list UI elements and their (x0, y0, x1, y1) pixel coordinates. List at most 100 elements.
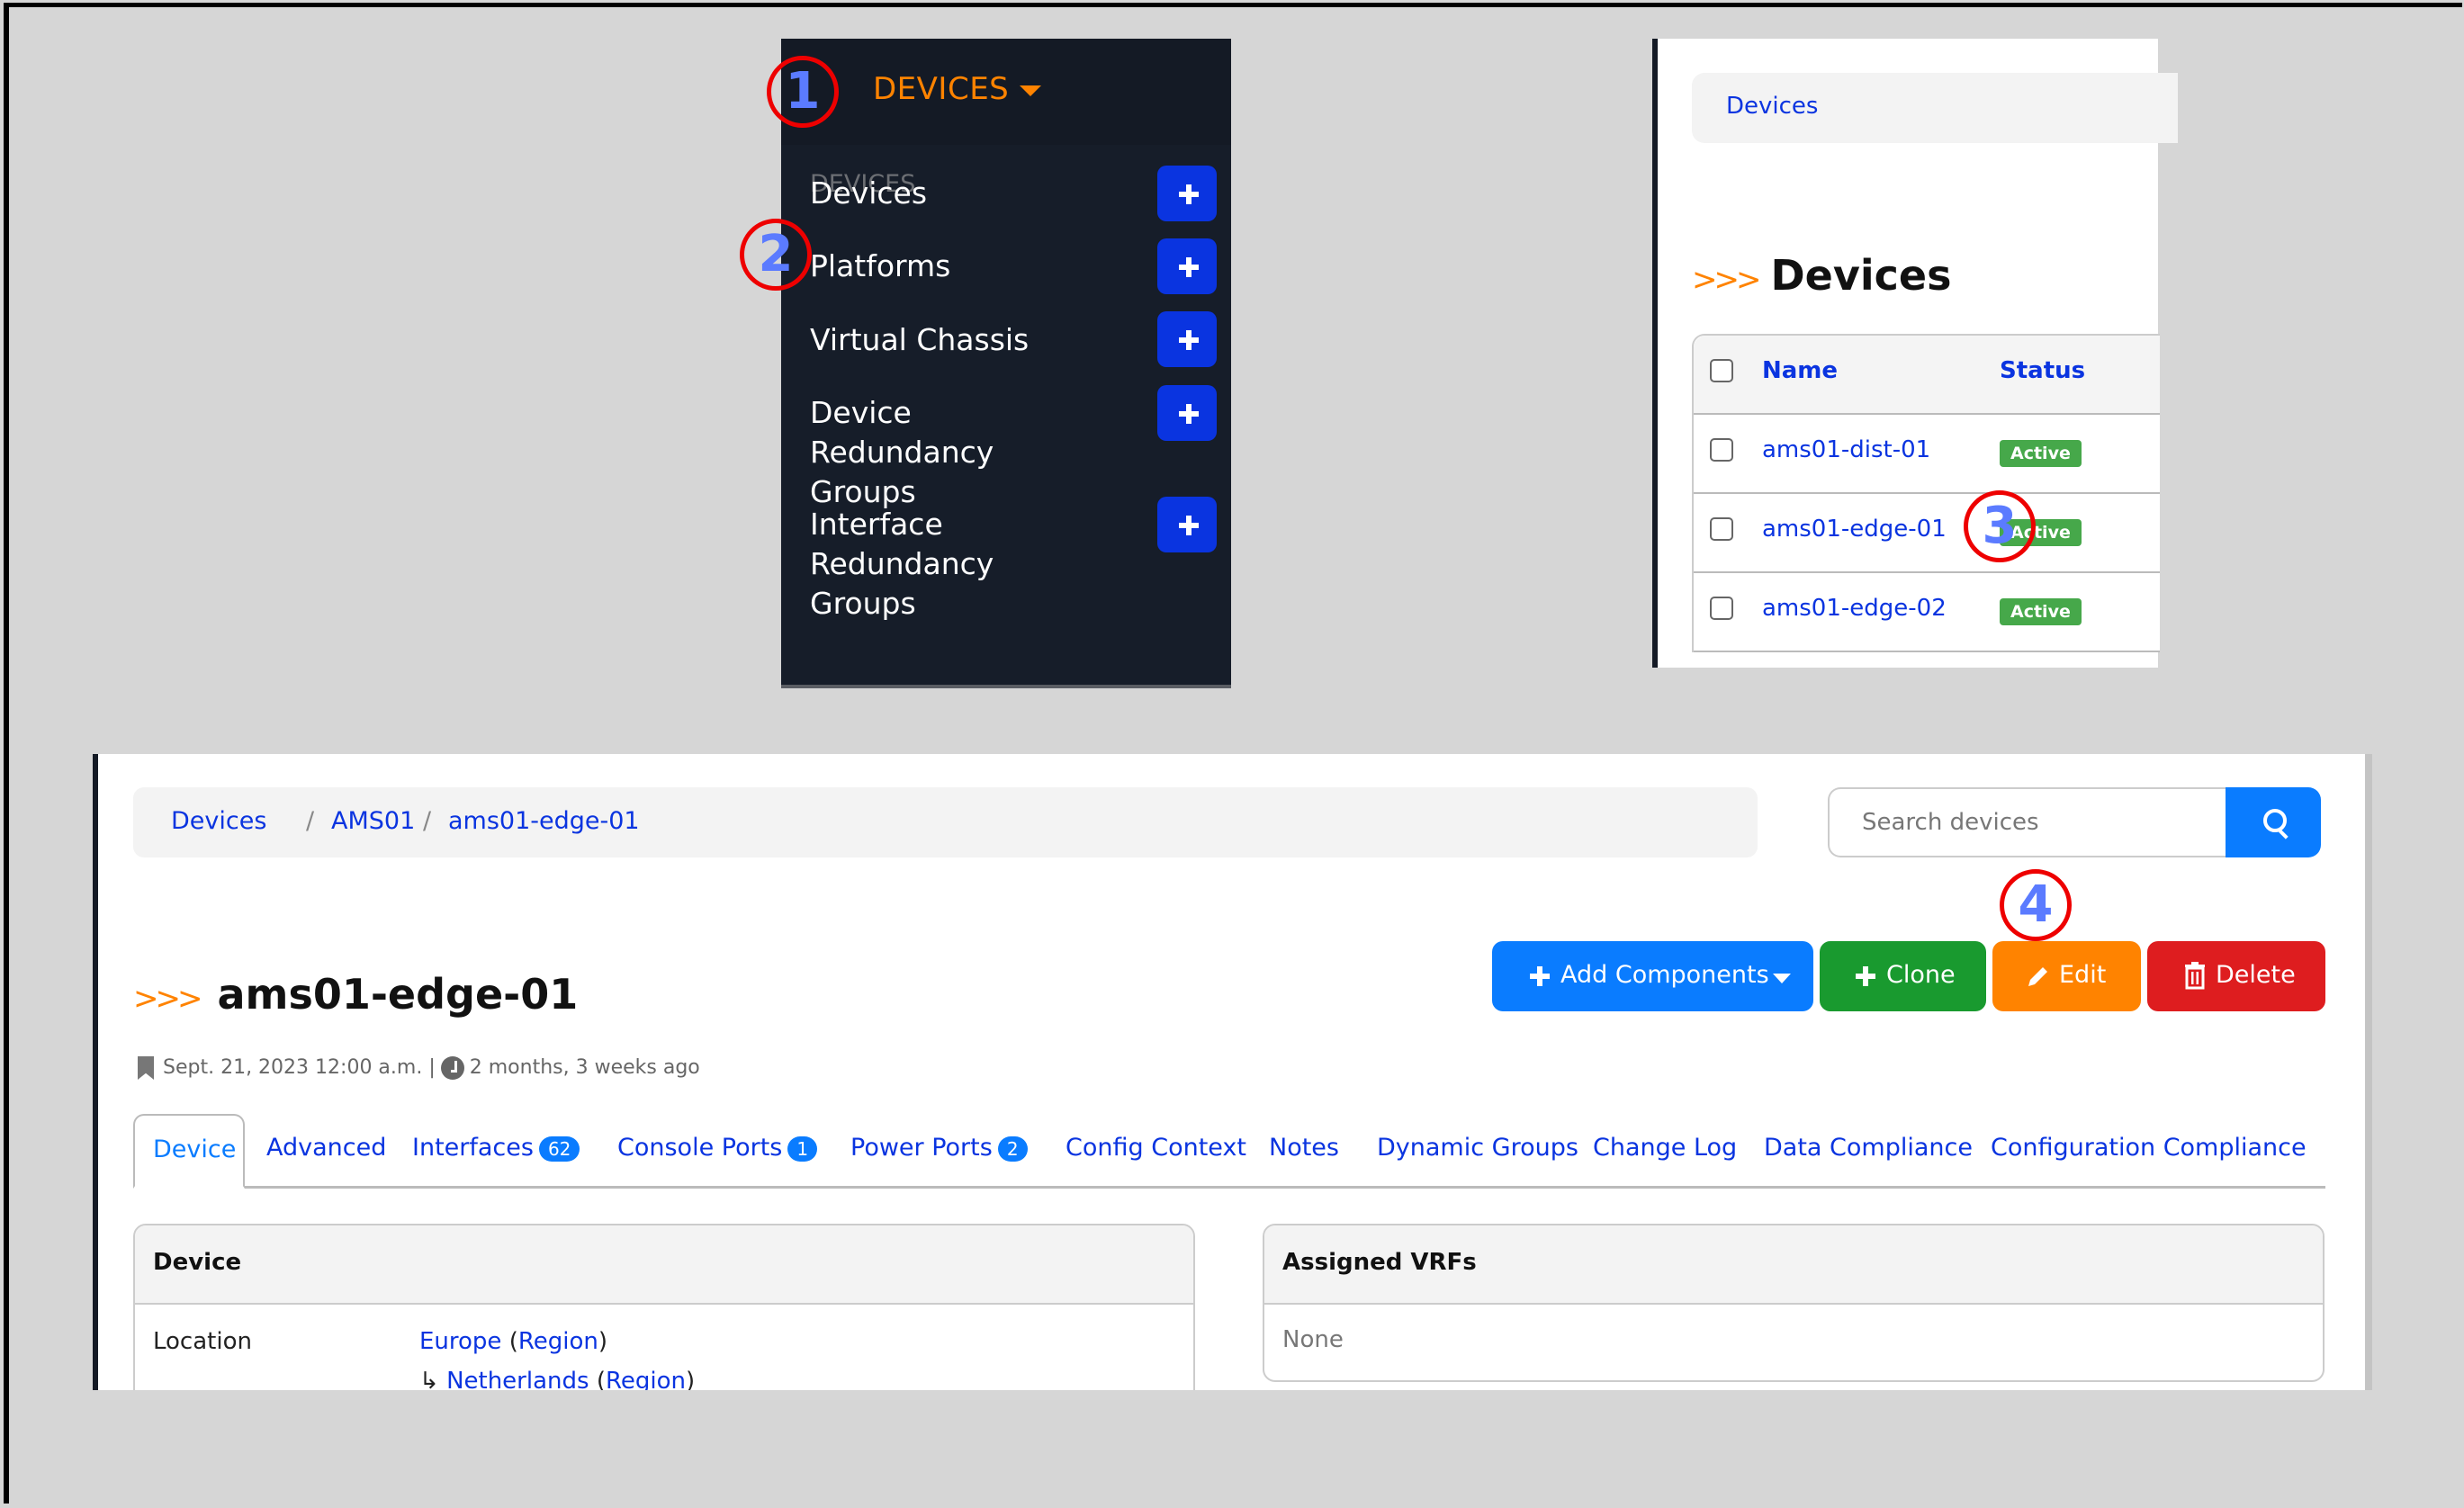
card-title: Device (153, 1249, 242, 1276)
nav-item-virtual-chassis[interactable]: Virtual Chassis (810, 320, 1152, 360)
tab-label: Notes (1269, 1134, 1339, 1162)
delete-button[interactable]: Delete (2147, 941, 2325, 1011)
device-name-link[interactable]: ams01-edge-01 (1762, 516, 1947, 543)
table-row: ams01-edge-01 Active (1694, 494, 2160, 573)
add-components-label: Add Components (1560, 961, 1769, 989)
count-badge: 1 (787, 1135, 818, 1162)
count-badge: 62 (538, 1135, 580, 1162)
step-marker-4: 4 (2000, 869, 2072, 941)
add-platform-button[interactable] (1157, 238, 1217, 294)
divider (781, 685, 1231, 688)
clone-label: Clone (1886, 961, 1956, 989)
tab-device[interactable]: Device (133, 1114, 245, 1189)
breadcrumb-devices[interactable]: Devices (1726, 93, 1818, 120)
tab-label: Advanced (266, 1134, 387, 1162)
search-icon (2263, 809, 2287, 832)
title-prefix-icon: >>> (133, 981, 202, 1017)
delete-label: Delete (2216, 961, 2296, 989)
page-title: >>> Devices (1692, 251, 1951, 300)
table-header: Name Status (1694, 336, 2160, 415)
tab-label: Console Ports (617, 1134, 783, 1162)
device-detail-panel: Devices / AMS01 / ams01-edge-01 Search d… (93, 754, 2372, 1390)
row-checkbox[interactable] (1710, 517, 1733, 541)
nav-menu-title: DEVICES (873, 71, 1010, 107)
last-updated: 2 months, 3 weeks ago (469, 1056, 700, 1079)
status-badge: Active (2000, 598, 2082, 625)
row-checkbox[interactable] (1710, 597, 1733, 620)
breadcrumb-separator: / (423, 807, 432, 835)
nav-menu-devices[interactable]: DEVICES (873, 71, 1042, 107)
paren-close: ) (598, 1328, 608, 1355)
tab-label: Config Context (1066, 1134, 1246, 1162)
column-header-status[interactable]: Status (2000, 357, 2085, 384)
trash-icon (2185, 962, 2205, 990)
breadcrumb-device[interactable]: ams01-edge-01 (448, 807, 640, 835)
bookmark-icon (138, 1056, 154, 1080)
pencil-icon (2028, 967, 2047, 986)
search-placeholder: Search devices (1862, 809, 2039, 836)
step-marker-3: 3 (1964, 490, 2036, 562)
tab-label: Data Compliance (1764, 1134, 1973, 1162)
vrfs-value: None (1282, 1326, 1344, 1353)
breadcrumb-devices[interactable]: Devices (171, 807, 266, 835)
page-title-text: Devices (1770, 251, 1952, 300)
table-row: ams01-edge-02 Active (1694, 573, 2160, 652)
nav-item-device-redundancy-groups[interactable]: Device Redundancy Groups (810, 393, 1098, 512)
nav-dropdown-panel: DEVICES DEVICES Devices Platforms Virtua… (781, 39, 1231, 688)
search-input[interactable]: Search devices (1828, 787, 2227, 857)
location-label: Location (153, 1328, 252, 1355)
select-all-checkbox[interactable] (1710, 359, 1733, 382)
child-location-value: ↳ Netherlands (Region) (419, 1368, 695, 1390)
add-device-button[interactable] (1157, 166, 1217, 221)
nav-item-devices[interactable]: Devices (810, 174, 1152, 213)
add-components-button[interactable]: Add Components (1492, 941, 1813, 1011)
clock-icon (440, 1056, 464, 1080)
page-title-text: ams01-edge-01 (217, 970, 579, 1019)
search-button[interactable] (2226, 787, 2321, 857)
add-interface-redundancy-group-button[interactable] (1157, 497, 1217, 552)
step-marker-1: 1 (767, 56, 839, 128)
tab-label: Interfaces (412, 1134, 534, 1162)
edit-button[interactable]: Edit (1992, 941, 2141, 1011)
tab-label: Power Ports (850, 1134, 993, 1162)
region-link[interactable]: Europe (419, 1328, 501, 1355)
paren-close: ) (686, 1368, 696, 1390)
plus-icon (1856, 966, 1875, 986)
add-device-redundancy-group-button[interactable] (1157, 385, 1217, 441)
status-badge: Active (2000, 440, 2082, 467)
tab-bar: Device Advanced Interfaces 62 Console Por… (133, 1114, 2325, 1189)
region-type-link[interactable]: Region (518, 1328, 598, 1355)
tab-label: Change Log (1593, 1134, 1738, 1162)
tab-label: Device (153, 1135, 237, 1163)
tab-label: Dynamic Groups (1377, 1134, 1578, 1162)
location-value: Europe (Region) (419, 1328, 607, 1355)
breadcrumb: Devices (1692, 73, 2178, 143)
devices-table: Name Status ams01-dist-01 Active ams01-e… (1692, 334, 2160, 652)
add-virtual-chassis-button[interactable] (1157, 311, 1217, 367)
device-metadata: Sept. 21, 2023 12:00 a.m. | 2 months, 3 w… (138, 1056, 700, 1080)
row-checkbox[interactable] (1710, 438, 1733, 462)
column-header-name[interactable]: Name (1762, 357, 1838, 384)
meta-separator: | (428, 1056, 436, 1079)
search-form: Search devices (1828, 787, 2321, 857)
tab-label: Configuration Compliance (1991, 1134, 2307, 1162)
nav-item-platforms[interactable]: Platforms (810, 247, 1152, 286)
created-date: Sept. 21, 2023 12:00 a.m. (163, 1056, 423, 1079)
device-card: Device Location Europe (Region) ↳ Nether… (133, 1224, 1195, 1390)
caret-down-icon (1020, 85, 1042, 96)
card-header: Assigned VRFs (1264, 1225, 2323, 1305)
count-badge: 2 (997, 1135, 1028, 1162)
table-row: ams01-dist-01 Active (1694, 415, 2160, 494)
paren-open: ( (589, 1368, 606, 1390)
breadcrumb-separator: / (306, 807, 315, 835)
region-link[interactable]: Netherlands (446, 1368, 589, 1390)
device-name-link[interactable]: ams01-dist-01 (1762, 436, 1930, 463)
breadcrumb-site[interactable]: AMS01 (331, 807, 415, 835)
device-list-panel: Devices >>> Devices Name Status ams01-dis… (1652, 39, 2178, 668)
nav-item-interface-redundancy-groups[interactable]: Interface Redundancy Groups (810, 505, 1098, 624)
title-prefix-icon: >>> (1692, 262, 1761, 298)
clone-button[interactable]: Clone (1820, 941, 1986, 1011)
card-title: Assigned VRFs (1282, 1249, 1477, 1276)
region-type-link[interactable]: Region (606, 1368, 686, 1390)
device-name-link[interactable]: ams01-edge-02 (1762, 595, 1947, 622)
